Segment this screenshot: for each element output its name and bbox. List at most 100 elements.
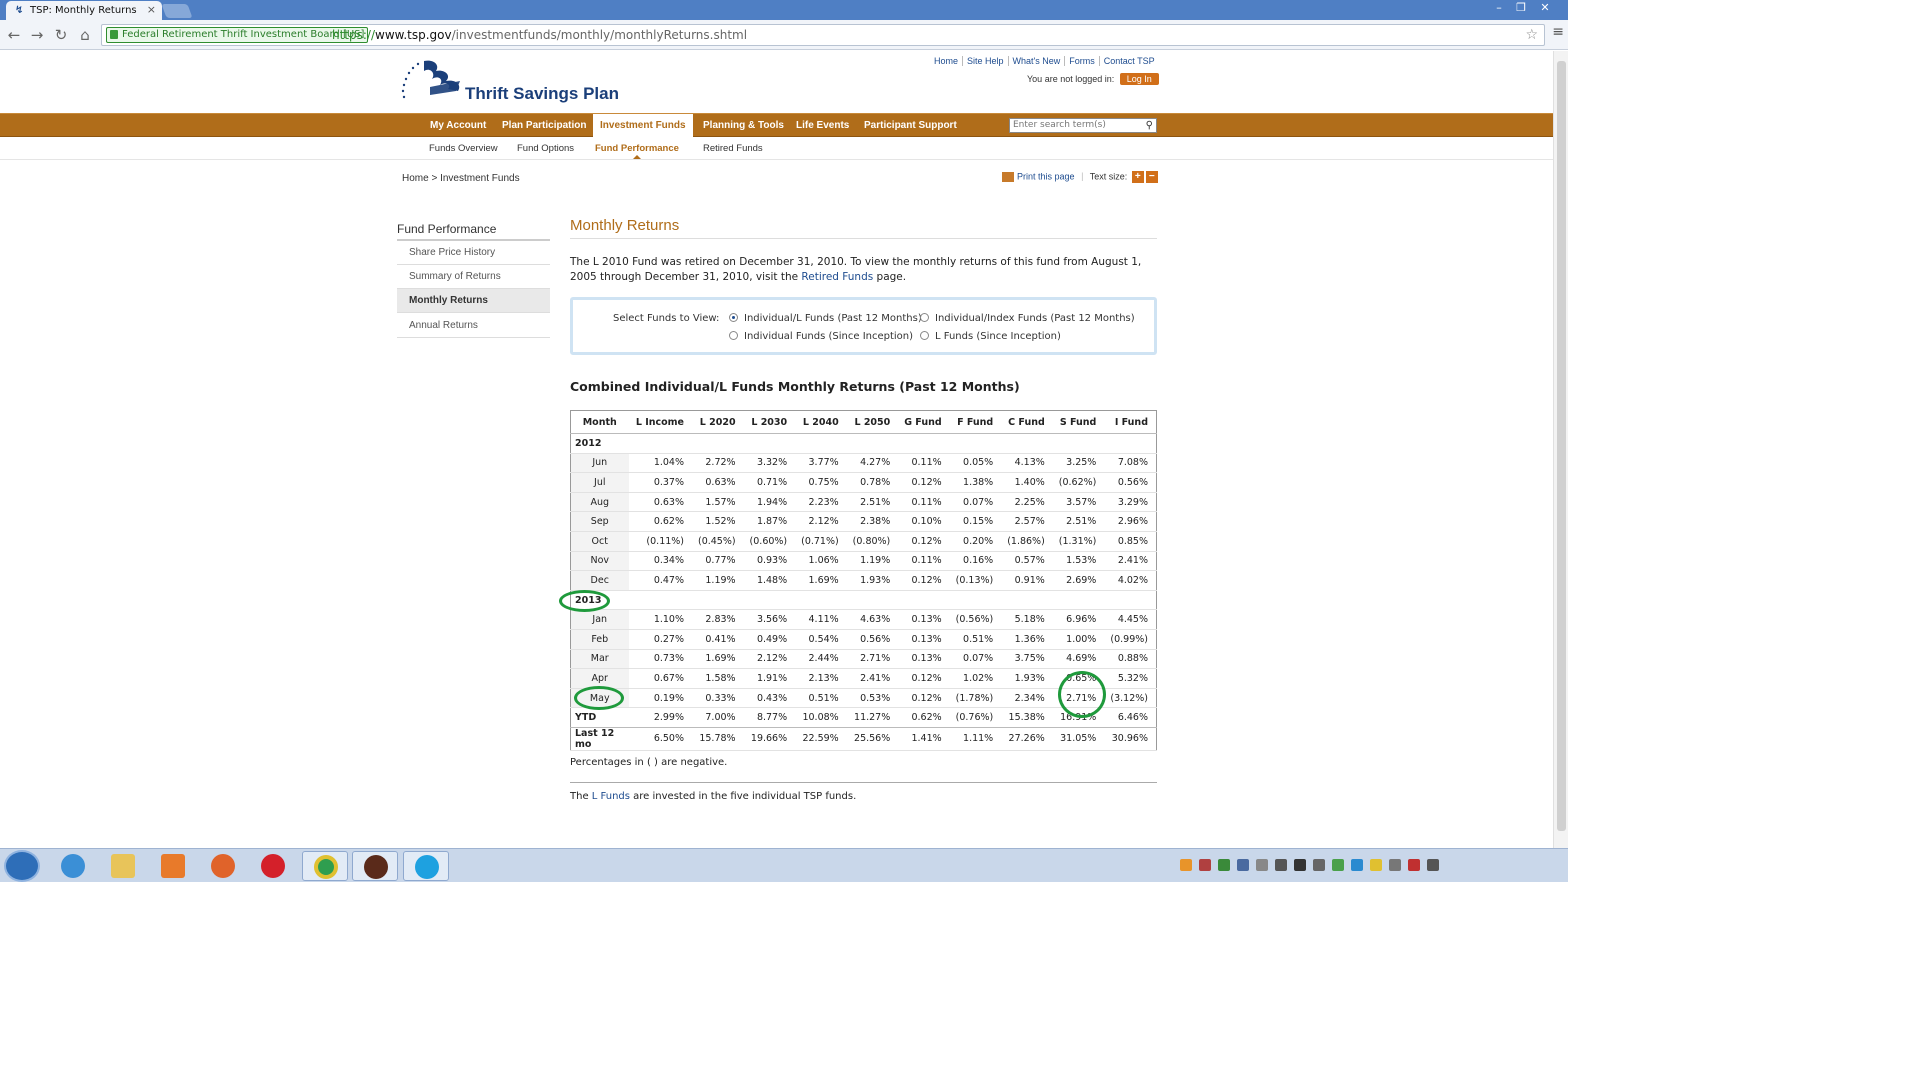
- tray-icon[interactable]: [1180, 859, 1192, 871]
- site-search-input[interactable]: Enter search term(s) ⚲: [1009, 118, 1157, 133]
- return-cell: 2.25%: [1001, 492, 1053, 513]
- login-button[interactable]: Log In: [1119, 73, 1159, 85]
- nav-investment-funds[interactable]: Investment Funds: [593, 114, 693, 140]
- return-cell: 2.41%: [846, 668, 899, 689]
- opera-icon[interactable]: [250, 851, 296, 881]
- tray-icon[interactable]: [1351, 859, 1363, 871]
- sidebar-heading: Fund Performance: [397, 222, 550, 241]
- sidebar-item-monthly-returns[interactable]: Monthly Returns: [397, 289, 550, 313]
- column-header: L Income: [628, 410, 693, 434]
- tray-icon[interactable]: [1218, 859, 1230, 871]
- retired-funds-link[interactable]: Retired Funds: [801, 271, 873, 283]
- radio-selected-icon[interactable]: [729, 313, 738, 322]
- subnav-funds-overview[interactable]: Funds Overview: [429, 143, 498, 154]
- close-tab-icon[interactable]: ×: [147, 3, 156, 16]
- skype-icon[interactable]: [403, 851, 449, 881]
- util-link-home[interactable]: Home: [930, 56, 964, 66]
- l-funds-link-text[interactable]: L Funds: [592, 791, 630, 802]
- browser-tab[interactable]: ↯ TSP: Monthly Returns ×: [6, 1, 162, 20]
- subnav-fund-options[interactable]: Fund Options: [517, 143, 574, 154]
- radio-individual-inception[interactable]: Individual Funds (Since Inception): [729, 331, 913, 342]
- page-tools: Print this page | Text size: + −: [1002, 171, 1158, 183]
- file-explorer-icon[interactable]: [100, 851, 146, 881]
- radio-l-funds-inception[interactable]: L Funds (Since Inception): [920, 331, 1061, 342]
- radio-icon[interactable]: [920, 313, 929, 322]
- bookmark-star-icon[interactable]: ☆: [1525, 25, 1538, 45]
- subnav-retired-funds[interactable]: Retired Funds: [703, 143, 763, 154]
- new-tab-button[interactable]: [161, 4, 193, 18]
- chrome-icon[interactable]: [302, 851, 348, 881]
- radio-icon[interactable]: [729, 331, 738, 340]
- return-cell: 0.10%: [898, 511, 950, 532]
- return-cell: 0.75%: [795, 472, 847, 493]
- chrome-menu-icon[interactable]: ≡: [1552, 24, 1564, 40]
- nav-my-account[interactable]: My Account: [423, 114, 493, 137]
- back-icon[interactable]: ←: [4, 25, 24, 45]
- subnav-fund-performance[interactable]: Fund Performance: [595, 143, 679, 154]
- firefox-icon[interactable]: [200, 851, 246, 881]
- nav-participant-support[interactable]: Participant Support: [857, 114, 964, 137]
- tray-icon[interactable]: [1237, 859, 1249, 871]
- return-cell: 1.19%: [692, 570, 744, 591]
- fund-selector: Select Funds to View: Individual/L Funds…: [570, 297, 1157, 355]
- tray-icon[interactable]: [1332, 859, 1344, 871]
- scrollbar-thumb[interactable]: [1557, 61, 1566, 831]
- return-cell: 0.93%: [743, 551, 796, 572]
- app-icon[interactable]: [352, 851, 398, 881]
- tray-icon[interactable]: [1370, 859, 1382, 871]
- action-center-icon[interactable]: [1427, 859, 1439, 871]
- util-link-contact[interactable]: Contact TSP: [1100, 56, 1159, 66]
- print-link[interactable]: Print this page: [1017, 171, 1075, 181]
- url-text[interactable]: https://www.tsp.gov/investmentfunds/mont…: [332, 25, 747, 45]
- util-link-site-help[interactable]: Site Help: [963, 56, 1009, 66]
- radio-individual-index-12mo[interactable]: Individual/Index Funds (Past 12 Months): [920, 313, 1135, 324]
- table-row: Dec 0.47% 1.19% 1.48% 1.69% 1.93% 0.12% (0.13%)…: [570, 570, 1157, 591]
- nav-planning-tools[interactable]: Planning & Tools: [696, 114, 791, 137]
- network-icon[interactable]: [1408, 859, 1420, 871]
- printer-icon[interactable]: [1002, 172, 1014, 182]
- start-button-icon[interactable]: [4, 850, 40, 882]
- util-link-forms[interactable]: Forms: [1065, 56, 1100, 66]
- util-link-whats-new[interactable]: What's New: [1008, 56, 1066, 66]
- breadcrumb-home[interactable]: Home: [402, 173, 429, 184]
- page-title: Monthly Returns: [570, 217, 680, 234]
- column-header: L 2050: [846, 410, 899, 434]
- browser-window: ↯ TSP: Monthly Returns × – ❐ ✕ ← → ↻ ⌂ F…: [0, 0, 1568, 848]
- forward-icon[interactable]: →: [27, 25, 47, 45]
- return-cell: 0.13%: [898, 649, 950, 670]
- restore-icon[interactable]: ❐: [1512, 2, 1530, 14]
- vertical-scrollbar[interactable]: [1553, 51, 1568, 848]
- internet-explorer-icon[interactable]: [50, 851, 96, 881]
- home-icon[interactable]: ⌂: [75, 25, 95, 45]
- ev-certificate-badge[interactable]: Federal Retirement Thrift Investment Boa…: [106, 27, 369, 43]
- sidebar-item-share-price-history[interactable]: Share Price History: [397, 241, 550, 265]
- breadcrumb-investment-funds[interactable]: Investment Funds: [440, 173, 519, 184]
- nav-life-events[interactable]: Life Events: [789, 114, 856, 137]
- return-cell: 4.02%: [1104, 570, 1157, 591]
- return-cell: 1.58%: [692, 668, 744, 689]
- nav-plan-participation[interactable]: Plan Participation: [495, 114, 593, 137]
- return-cell: (0.45%): [692, 531, 744, 552]
- total-cell: 1.11%: [949, 727, 1002, 751]
- tray-icon[interactable]: [1313, 859, 1325, 871]
- reload-icon[interactable]: ↻: [51, 25, 71, 45]
- site-logo-text[interactable]: Thrift Savings Plan: [465, 84, 619, 104]
- tray-icon[interactable]: [1294, 859, 1306, 871]
- return-cell: 5.32%: [1104, 668, 1157, 689]
- volume-icon[interactable]: [1389, 859, 1401, 871]
- radio-icon[interactable]: [920, 331, 929, 340]
- text-larger-button[interactable]: +: [1131, 171, 1144, 183]
- media-player-icon[interactable]: [150, 851, 196, 881]
- column-header: L 2030: [743, 410, 796, 434]
- text-smaller-button[interactable]: −: [1145, 171, 1158, 183]
- tray-icon[interactable]: [1256, 859, 1268, 871]
- tray-icon[interactable]: [1199, 859, 1211, 871]
- tray-icon[interactable]: [1275, 859, 1287, 871]
- address-bar[interactable]: Federal Retirement Thrift Investment Boa…: [101, 24, 1545, 46]
- close-window-icon[interactable]: ✕: [1536, 2, 1554, 14]
- sidebar-item-annual-returns[interactable]: Annual Returns: [397, 314, 550, 338]
- sidebar-item-summary-of-returns[interactable]: Summary of Returns: [397, 265, 550, 289]
- search-icon[interactable]: ⚲: [1146, 119, 1153, 132]
- radio-individual-l-12mo[interactable]: Individual/L Funds (Past 12 Months): [729, 313, 922, 324]
- minimize-icon[interactable]: –: [1490, 2, 1508, 14]
